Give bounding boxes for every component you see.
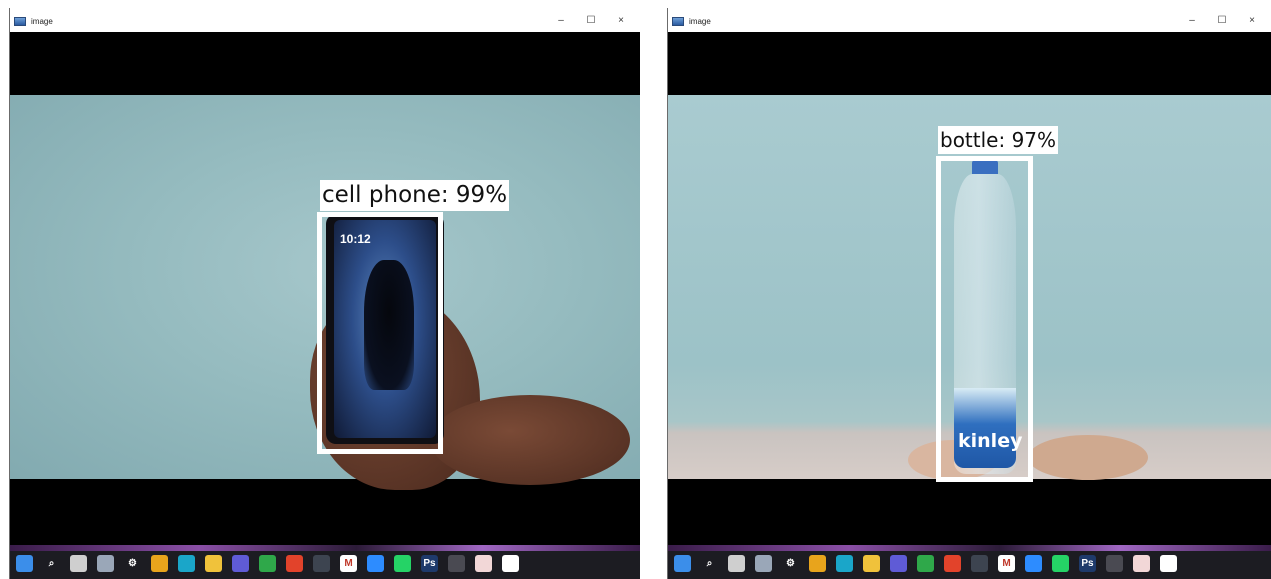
settings-icon[interactable]: ⚙ — [124, 555, 141, 572]
paint-icon[interactable] — [1133, 555, 1150, 572]
taskbar-strip — [668, 545, 1271, 551]
detection-label: cell phone: 99% — [320, 180, 510, 211]
task-view-icon[interactable] — [728, 555, 745, 572]
forearm — [1028, 435, 1148, 480]
taskbar-icons: ⌕ ⚙ M Ps — [674, 555, 1177, 572]
gmail-icon[interactable]: M — [998, 555, 1015, 572]
forearm — [430, 395, 630, 485]
settings-icon[interactable]: ⚙ — [782, 555, 799, 572]
office-icon[interactable] — [286, 555, 303, 572]
whatsapp-icon[interactable] — [394, 555, 411, 572]
xbox-icon[interactable] — [917, 555, 934, 572]
task-view-icon[interactable] — [70, 555, 87, 572]
taskbar: ⌕ ⚙ M Ps — [10, 545, 640, 579]
minimize-button[interactable]: – — [546, 10, 576, 32]
xbox-icon[interactable] — [259, 555, 276, 572]
window-controls: – ☐ × — [1177, 10, 1267, 32]
close-button[interactable]: × — [606, 10, 636, 32]
gmail-icon[interactable]: M — [340, 555, 357, 572]
steam-icon[interactable] — [971, 555, 988, 572]
zoom-icon[interactable] — [367, 555, 384, 572]
visual-studio-icon[interactable] — [890, 555, 907, 572]
taskbar-icons: ⌕ ⚙ M Ps — [16, 555, 519, 572]
edge-icon[interactable] — [178, 555, 195, 572]
taskbar-strip — [10, 545, 640, 551]
visual-studio-icon[interactable] — [232, 555, 249, 572]
windows-start-icon[interactable] — [16, 555, 33, 572]
image-window-left: image – ☐ × 10:12 cell phone: 99% ⌕ ⚙ M Ps — [0, 0, 648, 579]
notepad-icon[interactable] — [1160, 555, 1177, 572]
image-canvas: 10:12 cell phone: 99% — [10, 32, 640, 545]
terminal-icon[interactable] — [448, 555, 465, 572]
windows-start-icon[interactable] — [674, 555, 691, 572]
detection-box — [936, 156, 1033, 482]
app-icon — [14, 16, 26, 26]
terminal-icon[interactable] — [1106, 555, 1123, 572]
app-icon — [672, 16, 684, 26]
steam-icon[interactable] — [313, 555, 330, 572]
window-title: image — [31, 16, 53, 26]
office-icon[interactable] — [944, 555, 961, 572]
file-explorer-icon[interactable] — [205, 555, 222, 572]
photoshop-icon[interactable]: Ps — [421, 555, 438, 572]
title-bar[interactable]: image – ☐ × — [10, 10, 640, 32]
maximize-button[interactable]: ☐ — [1207, 10, 1237, 32]
title-bar[interactable]: image – ☐ × — [668, 10, 1271, 32]
search-icon[interactable]: ⌕ — [43, 555, 60, 572]
search-icon[interactable]: ⌕ — [701, 555, 718, 572]
photoshop-icon[interactable]: Ps — [1079, 555, 1096, 572]
window-title: image — [689, 16, 711, 26]
widgets-icon[interactable] — [97, 555, 114, 572]
detection-label: bottle: 97% — [938, 126, 1059, 154]
widgets-icon[interactable] — [755, 555, 772, 572]
minimize-button[interactable]: – — [1177, 10, 1207, 32]
maximize-button[interactable]: ☐ — [576, 10, 606, 32]
chrome-icon[interactable] — [151, 555, 168, 572]
image-canvas: kinley bottle: 97% — [668, 32, 1271, 545]
chrome-icon[interactable] — [809, 555, 826, 572]
file-explorer-icon[interactable] — [863, 555, 880, 572]
edge-icon[interactable] — [836, 555, 853, 572]
zoom-icon[interactable] — [1025, 555, 1042, 572]
paint-icon[interactable] — [475, 555, 492, 572]
detection-box — [317, 212, 443, 454]
whatsapp-icon[interactable] — [1052, 555, 1069, 572]
window-controls: – ☐ × — [546, 10, 636, 32]
close-button[interactable]: × — [1237, 10, 1267, 32]
image-window-right: image – ☐ × kinley bottle: 97% ⌕ ⚙ M Ps — [658, 0, 1271, 579]
taskbar: ⌕ ⚙ M Ps — [668, 545, 1271, 579]
notepad-icon[interactable] — [502, 555, 519, 572]
